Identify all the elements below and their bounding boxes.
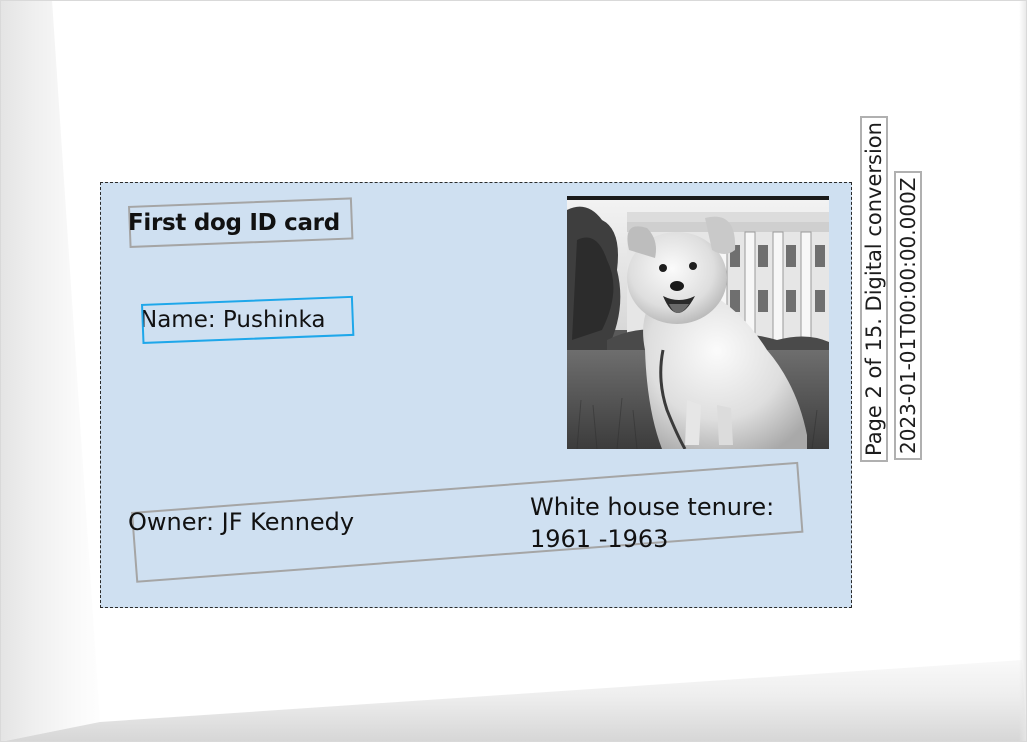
timestamp-label: 2023-01-01T00:00:00.000Z (894, 171, 922, 460)
owner-field: Owner: JF Kennedy (128, 508, 355, 536)
dog-photo (567, 196, 829, 449)
name-highlight-box[interactable] (141, 295, 355, 344)
digital-conversion-stamp: Page 2 of 15. Digital conversion 2023-01… (860, 68, 922, 464)
dog-photo-image (567, 200, 829, 449)
card-title: First dog ID card (128, 210, 340, 236)
page-info-label: Page 2 of 15. Digital conversion (860, 116, 888, 462)
tenure-label: White house tenure: (530, 493, 775, 521)
tenure-years: 1961 -1963 (530, 525, 669, 553)
scanned-page: First dog ID card Name: Pushinka Owner: … (0, 0, 1027, 742)
tenure-field: White house tenure: 1961 -1963 (530, 491, 810, 555)
